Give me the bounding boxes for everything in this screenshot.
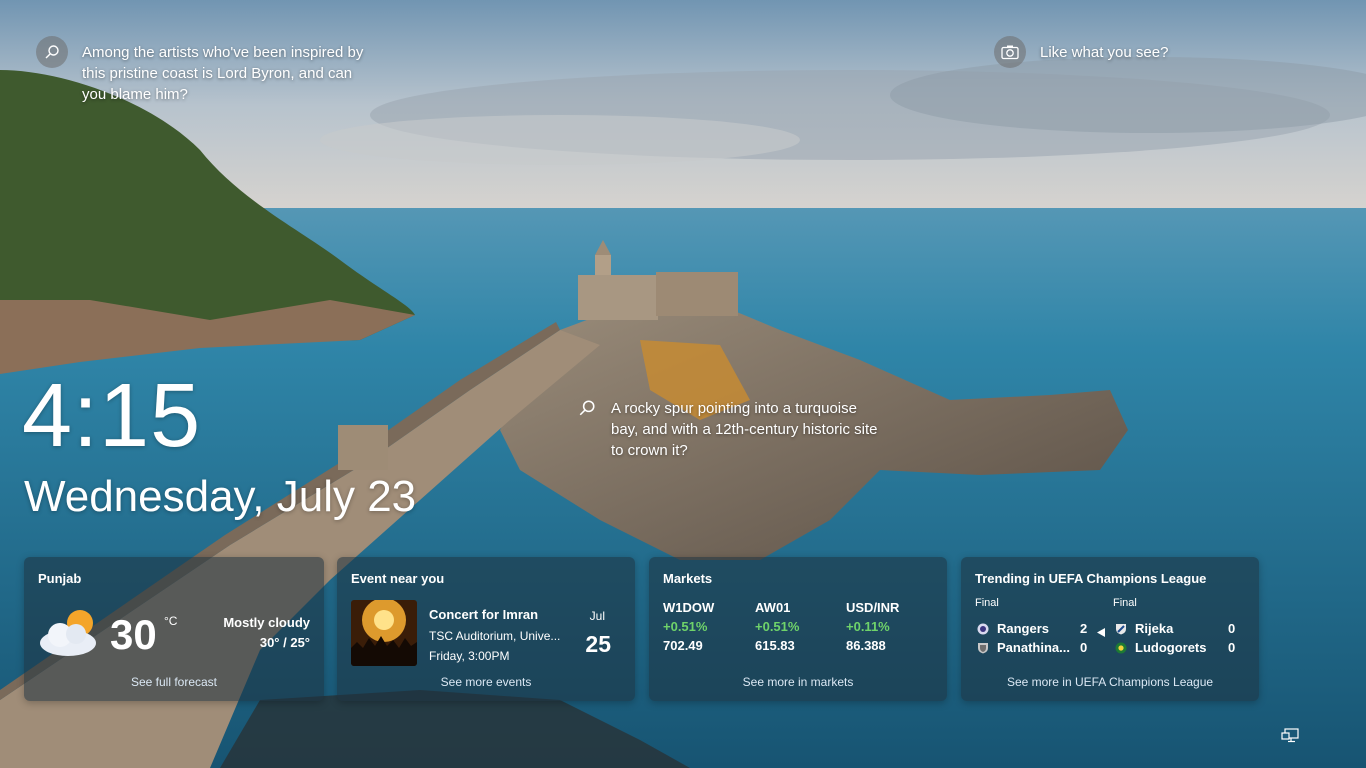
weather-widget[interactable]: Punjab 30 °C Mostly cloudy 30° / 25° See…: [24, 557, 324, 701]
sports-widget[interactable]: Trending in UEFA Champions League Final …: [961, 557, 1259, 701]
sports-title: Trending in UEFA Champions League: [975, 571, 1207, 586]
market-symbol: W1DOW: [663, 600, 715, 615]
team-score: 0: [1080, 640, 1088, 655]
see-more-markets-link[interactable]: See more in markets: [649, 675, 947, 689]
ludogorets-crest-icon: [1115, 642, 1127, 653]
weather-condition: Mostly cloudy: [223, 615, 310, 630]
spotlight-tip-top[interactable]: Among the artists who've been inspired b…: [36, 36, 366, 105]
panathinaikos-crest-icon: [978, 642, 988, 653]
spotlight-tip-top-text: Among the artists who've been inspired b…: [82, 44, 364, 103]
team-row: Panathina...: [977, 640, 1070, 655]
search-icon: [36, 36, 68, 68]
market-item[interactable]: USD/INR +0.11% 86.388: [846, 598, 899, 655]
market-change: +0.11%: [846, 619, 890, 634]
weather-location: Punjab: [38, 571, 82, 586]
team-row: Rijeka: [1115, 621, 1173, 636]
market-item[interactable]: AW01 +0.51% 615.83: [755, 598, 799, 655]
event-month: Jul: [589, 609, 605, 623]
rangers-crest-icon: [977, 623, 989, 634]
team-score: 0: [1228, 640, 1236, 655]
see-more-events-link[interactable]: See more events: [337, 675, 635, 689]
event-widget-title: Event near you: [351, 571, 445, 586]
clock-date: Wednesday, July 23: [24, 472, 417, 521]
market-change: +0.51%: [755, 619, 800, 634]
team-score: 0: [1228, 621, 1236, 636]
team-name: Rangers: [997, 621, 1050, 636]
market-value: 86.388: [846, 638, 886, 653]
network-monitor-icon[interactable]: [1281, 728, 1299, 749]
team-score: 2: [1080, 621, 1088, 636]
market-symbol: AW01: [755, 600, 791, 615]
weather-range: 30° / 25°: [259, 635, 310, 650]
spotlight-tip-middle[interactable]: A rocky spur pointing into a turquoise b…: [577, 398, 887, 461]
see-more-uefa-link[interactable]: See more in UEFA Champions League: [961, 675, 1259, 689]
camera-icon: [994, 36, 1026, 68]
see-full-forecast-link[interactable]: See full forecast: [24, 675, 324, 689]
market-value: 702.49: [663, 638, 703, 653]
markets-title: Markets: [663, 571, 713, 586]
concert-thumbnail: [351, 600, 417, 666]
event-name: Concert for Imran: [429, 607, 539, 622]
team-name: Panathina...: [997, 640, 1070, 655]
weather-temperature: 30: [110, 611, 157, 658]
market-symbol: USD/INR: [846, 600, 900, 615]
spotlight-tip-middle-text: A rocky spur pointing into a turquoise b…: [611, 400, 878, 459]
market-change: +0.51%: [663, 619, 708, 634]
event-widget[interactable]: Event near you Concert for Imran TSC Aud…: [337, 557, 635, 701]
team-row: Rangers: [977, 621, 1049, 636]
team-name: Ludogorets: [1135, 640, 1207, 655]
team-name: Rijeka: [1135, 621, 1174, 636]
like-what-you-see[interactable]: Like what you see?: [994, 36, 1168, 68]
event-venue: TSC Auditorium, Unive...: [429, 629, 561, 643]
market-item[interactable]: W1DOW +0.51% 702.49: [663, 598, 714, 655]
like-what-you-see-text: Like what you see?: [1040, 44, 1169, 61]
markets-widget[interactable]: Markets W1DOW +0.51% 702.49 AW01 +0.51% …: [649, 557, 947, 701]
clock-time: 4:15: [22, 366, 202, 466]
event-time: Friday, 3:00PM: [429, 649, 510, 663]
event-day: 25: [585, 631, 611, 657]
match-status: Final: [975, 597, 999, 609]
weather-unit: °C: [164, 614, 178, 628]
partly-cloudy-icon: [38, 605, 102, 664]
rijeka-crest-icon: [1116, 623, 1126, 634]
match-status: Final: [1113, 597, 1137, 609]
team-row: Ludogorets: [1115, 640, 1207, 655]
search-icon: [577, 398, 597, 418]
winner-arrow-icon: [1097, 624, 1105, 642]
market-value: 615.83: [755, 638, 795, 653]
